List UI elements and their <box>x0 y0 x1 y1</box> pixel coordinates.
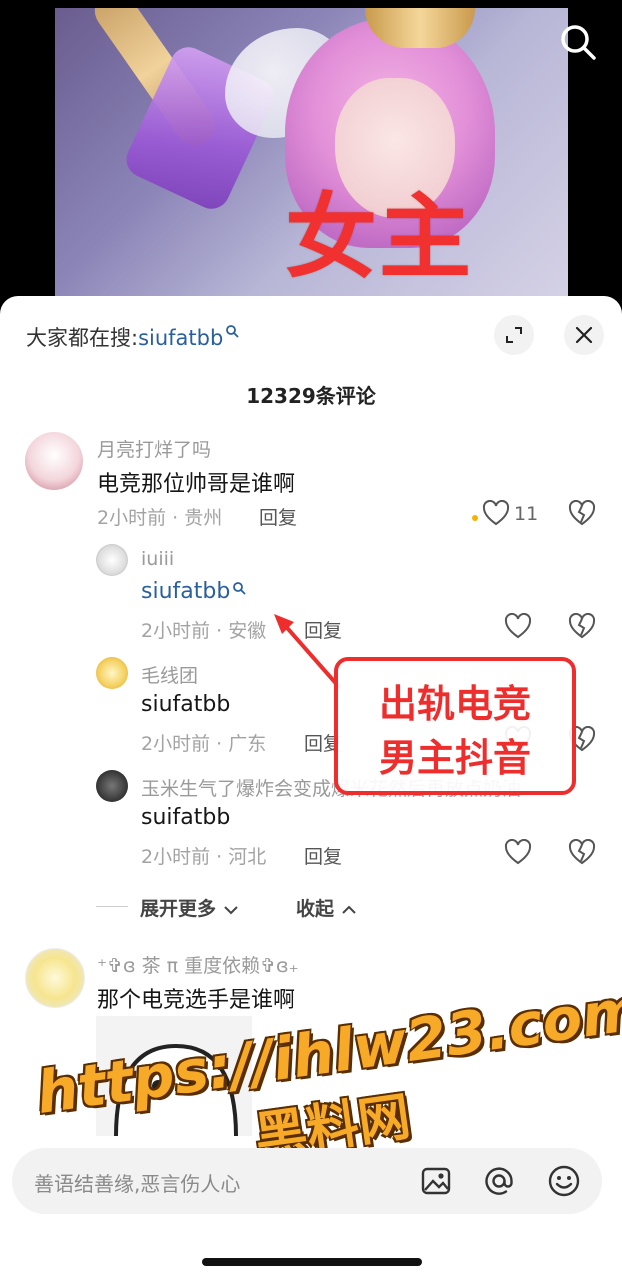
comment-time-location: 2小时前 · 贵州 <box>97 507 223 529</box>
search-icon[interactable] <box>556 20 600 64</box>
avatar[interactable] <box>96 544 128 576</box>
expand-icon <box>506 327 522 343</box>
broken-heart-icon[interactable] <box>568 613 596 639</box>
comment-text: 电竞那位帅哥是谁啊 <box>97 472 296 497</box>
search-suggestion[interactable]: 大家都在搜:siufatbb <box>26 322 239 352</box>
search-icon <box>233 582 246 595</box>
close-button[interactable] <box>564 315 604 355</box>
comment-text: 那个电竞选手是谁啊 <box>97 988 296 1013</box>
home-indicator[interactable] <box>202 1258 422 1266</box>
search-suggestion-prefix: 大家都在搜: <box>26 326 139 350</box>
annotation-line-1: 出轨电竞 <box>378 682 531 726</box>
chevron-up-icon <box>341 905 356 914</box>
comment-input-placeholder: 善语结善缘,恶言伤人心 <box>34 1172 241 1196</box>
new-dot <box>472 515 478 521</box>
expand-button[interactable] <box>494 315 534 355</box>
reply-button[interactable]: 回复 <box>259 503 297 530</box>
reply-button[interactable]: 回复 <box>304 842 342 869</box>
comment-username[interactable]: ⁺✞ɞ 茶 π 重度依赖✞ɞ₊ <box>97 951 299 978</box>
reply-text: siufatbb <box>141 692 231 717</box>
comments-count: 12329条评论 <box>246 384 376 408</box>
comment-input[interactable]: 善语结善缘,恶言伤人心 <box>12 1148 602 1214</box>
reply-time-location: 2小时前 · 广东 <box>141 733 267 755</box>
heart-icon[interactable] <box>504 839 532 865</box>
collapse-button[interactable]: 收起 <box>296 894 357 921</box>
emoji-icon[interactable] <box>547 1164 581 1198</box>
heart-icon[interactable] <box>504 613 532 639</box>
collapse-label: 收起 <box>296 898 335 920</box>
heart-icon[interactable] <box>482 500 510 526</box>
broken-heart-icon[interactable] <box>568 500 596 526</box>
reply-username[interactable]: iuiii <box>141 548 174 570</box>
comment-username[interactable]: 月亮打烊了吗 <box>97 435 211 462</box>
avatar[interactable] <box>96 770 128 802</box>
avatar[interactable] <box>25 432 83 490</box>
chevron-down-icon <box>223 905 238 914</box>
video-overlay-text: 女主 <box>285 184 474 291</box>
expand-more-button[interactable]: 展开更多 <box>140 894 239 921</box>
reply-time-location: 2小时前 · 安徽 <box>141 620 267 642</box>
avatar[interactable] <box>96 657 128 689</box>
broken-heart-icon[interactable] <box>568 839 596 865</box>
reply-text-link[interactable]: siufatbb <box>141 579 230 604</box>
reply-text: suifatbb <box>141 805 231 830</box>
mention-icon[interactable] <box>482 1164 516 1198</box>
reply-username[interactable]: 毛线团 <box>141 661 198 688</box>
like-count: 11 <box>514 503 539 525</box>
video-frame[interactable]: 女主 <box>0 0 622 300</box>
image-icon[interactable] <box>420 1165 452 1197</box>
expand-more-label: 展开更多 <box>140 898 217 920</box>
close-icon <box>575 326 593 344</box>
divider <box>96 906 128 907</box>
search-icon <box>226 325 239 338</box>
avatar[interactable] <box>25 948 85 1008</box>
reply-text: siufatbb <box>141 579 246 604</box>
search-suggestion-term[interactable]: siufatbb <box>138 326 223 350</box>
annotation-box: 出轨电竞 男主抖音 <box>334 657 576 795</box>
reply-time-location: 2小时前 · 河北 <box>141 846 267 868</box>
annotation-line-2: 男主抖音 <box>378 736 531 780</box>
